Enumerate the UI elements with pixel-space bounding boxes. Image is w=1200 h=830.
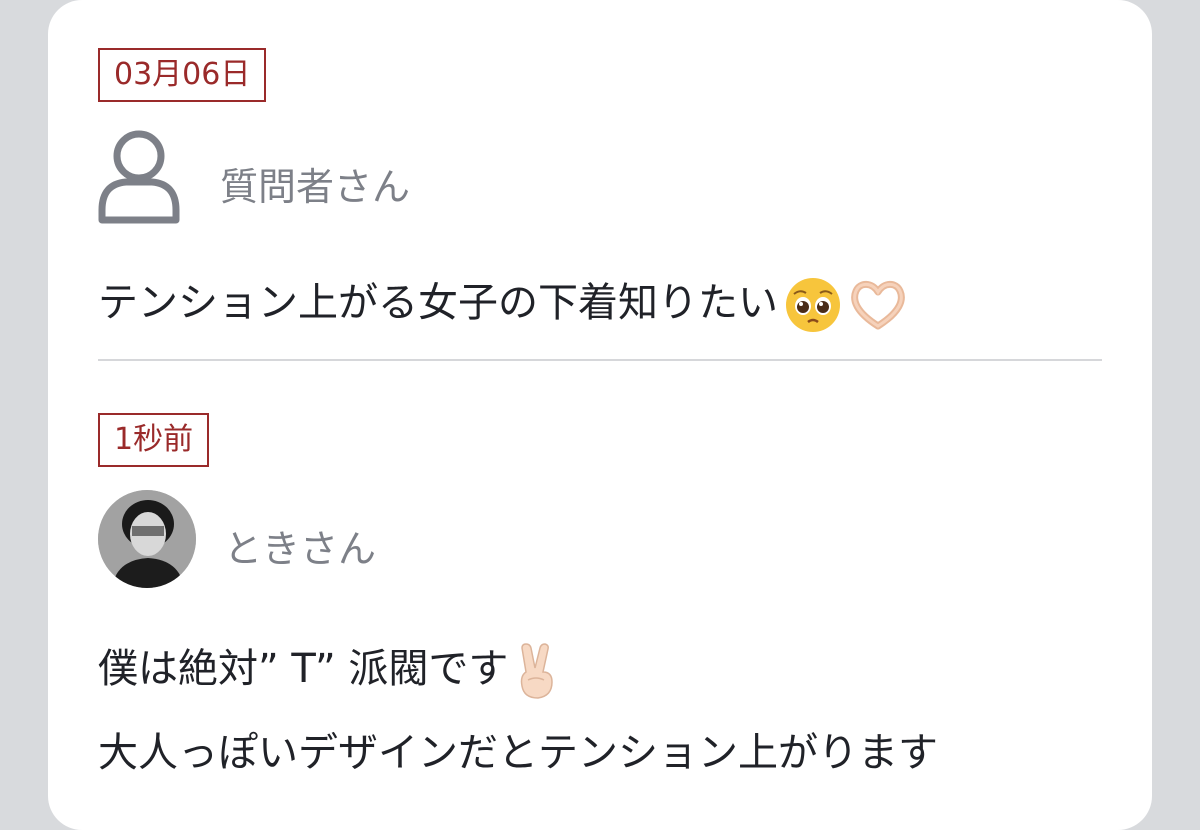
question-author-name[interactable]: 質問者さん bbox=[220, 156, 410, 211]
pleading-face-icon bbox=[786, 278, 840, 332]
divider bbox=[98, 359, 1102, 361]
answer-line-2: 大人っぽいデザインだとテンション上がります bbox=[98, 730, 938, 776]
heart-hands-icon bbox=[851, 280, 905, 330]
avatar[interactable] bbox=[98, 490, 196, 588]
answer-author-name[interactable]: ときさん bbox=[224, 518, 376, 573]
qa-card: 03月06日 質問者さん テンション上がる女子の下着知りたい 1秒前 ときさん … bbox=[48, 0, 1152, 830]
question-date-badge: 03月06日 bbox=[98, 48, 267, 102]
answer-time-badge: 1秒前 bbox=[98, 413, 210, 467]
question-text-content: テンション上がる女子の下着知りたい bbox=[98, 280, 778, 326]
answer-line-1-content: 僕は絶対” T” 派閥です bbox=[98, 646, 509, 692]
victory-hand-icon bbox=[521, 643, 554, 699]
question-text: テンション上がる女子の下着知りたい bbox=[98, 270, 908, 334]
user-icon bbox=[98, 130, 180, 224]
answer-line-1: 僕は絶対” T” 派閥です bbox=[98, 636, 560, 700]
